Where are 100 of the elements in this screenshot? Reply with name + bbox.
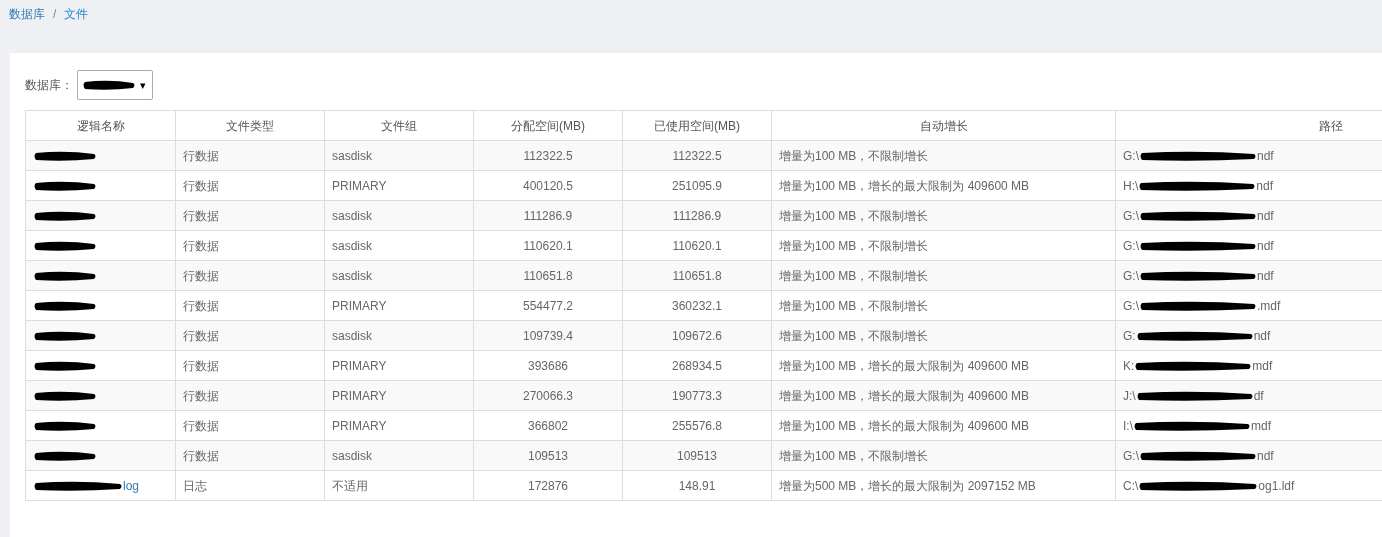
- table-cell: 增量为100 MB，不限制增长: [771, 260, 1116, 291]
- table-cell: 109513: [473, 440, 623, 471]
- table-cell: 行数据: [175, 170, 325, 201]
- table-cell: 554477.2: [473, 290, 623, 321]
- path-suffix: mdf: [1252, 357, 1273, 375]
- file-name-link[interactable]: [25, 290, 176, 321]
- path-prefix: G:\: [1123, 147, 1139, 165]
- table-cell: 110620.1: [473, 230, 623, 261]
- path-prefix: K:: [1123, 357, 1135, 375]
- table-cell: 增量为500 MB，增长的最大限制为 2097152 MB: [771, 470, 1116, 501]
- column-header: 自动增长: [771, 110, 1116, 141]
- table-cell: 增量为100 MB，增长的最大限制为 409600 MB: [771, 410, 1116, 441]
- path-prefix: C:\: [1123, 477, 1139, 495]
- table-cell: 360232.1: [622, 290, 772, 321]
- file-name-link[interactable]: [25, 200, 176, 231]
- table-cell: 400120.5: [473, 170, 623, 201]
- file-name-link[interactable]: [25, 440, 176, 471]
- table-cell: 行数据: [175, 380, 325, 411]
- table-cell: PRIMARY: [324, 170, 474, 201]
- table-cell: 148.91: [622, 470, 772, 501]
- path-suffix: mdf: [1251, 417, 1272, 435]
- table-cell: sasdisk: [324, 440, 474, 471]
- file-name-link[interactable]: [25, 170, 176, 201]
- path-suffix: ndf: [1257, 147, 1274, 165]
- table-cell: 112322.5: [473, 140, 623, 171]
- table-cell: 172876: [473, 470, 623, 501]
- path-prefix: J:\: [1123, 387, 1136, 405]
- table-cell: 111286.9: [622, 200, 772, 231]
- table-cell: 增量为100 MB，不限制增长: [771, 320, 1116, 351]
- path-suffix: ndf: [1256, 177, 1274, 195]
- column-header: 文件组: [324, 110, 474, 141]
- table-cell: 增量为100 MB，不限制增长: [771, 440, 1116, 471]
- column-header: 分配空间(MB): [473, 110, 623, 141]
- table-cell: sasdisk: [324, 200, 474, 231]
- breadcrumb-link[interactable]: 数据库: [9, 5, 45, 23]
- table-cell: 109513: [622, 440, 772, 471]
- path-prefix: G:\: [1123, 447, 1139, 465]
- table-cell: PRIMARY: [324, 350, 474, 381]
- table-cell: 行数据: [175, 410, 325, 441]
- table-cell: 行数据: [175, 260, 325, 291]
- table-cell: 增量为100 MB，增长的最大限制为 409600 MB: [771, 380, 1116, 411]
- path-suffix: ndf: [1257, 237, 1274, 255]
- path-prefix: I:\: [1123, 417, 1133, 435]
- table-cell: 增量为100 MB，不限制增长: [771, 230, 1116, 261]
- table-cell: 行数据: [175, 230, 325, 261]
- table-cell: 109672.6: [622, 320, 772, 351]
- column-header: 逻辑名称: [25, 110, 176, 141]
- path-prefix: G:\: [1123, 297, 1139, 315]
- table-cell: 不适用: [324, 470, 474, 501]
- table-cell: 393686: [473, 350, 623, 381]
- column-header: 已使用空间(MB): [622, 110, 772, 141]
- table-cell: 行数据: [175, 200, 325, 231]
- table-cell: 增量为100 MB，增长的最大限制为 409600 MB: [771, 350, 1116, 381]
- table-cell: PRIMARY: [324, 380, 474, 411]
- path-prefix: G:\: [1123, 207, 1139, 225]
- path-suffix: ndf: [1257, 207, 1274, 225]
- table-cell: sasdisk: [324, 230, 474, 261]
- table-cell: 268934.5: [622, 350, 772, 381]
- path-suffix: df: [1253, 387, 1264, 405]
- table-cell: 行数据: [175, 320, 325, 351]
- path-prefix: G:: [1123, 327, 1136, 345]
- table-cell: 增量为100 MB，不限制增长: [771, 290, 1116, 321]
- table-cell: 行数据: [175, 140, 325, 171]
- table-cell: 112322.5: [622, 140, 772, 171]
- table-cell: 255576.8: [622, 410, 772, 441]
- table-cell: PRIMARY: [324, 410, 474, 441]
- path-prefix: G:\: [1123, 237, 1139, 255]
- file-name-link[interactable]: [25, 350, 176, 381]
- path-suffix: .mdf: [1257, 297, 1281, 315]
- table-cell: 109739.4: [473, 320, 623, 351]
- table-cell: sasdisk: [324, 320, 474, 351]
- table-cell: PRIMARY: [324, 290, 474, 321]
- table-cell: 日志: [175, 470, 325, 501]
- file-name-link[interactable]: [25, 140, 176, 171]
- file-name-link[interactable]: log: [25, 470, 176, 501]
- path-prefix: G:\: [1123, 267, 1139, 285]
- column-header: 文件类型: [175, 110, 325, 141]
- file-name-link[interactable]: [25, 230, 176, 261]
- path-prefix: H:\: [1123, 177, 1139, 195]
- path-suffix: ndf: [1257, 267, 1274, 285]
- file-name-link[interactable]: [25, 410, 176, 441]
- table-cell: 251095.9: [622, 170, 772, 201]
- table-cell: sasdisk: [324, 140, 474, 171]
- table-cell: 增量为100 MB，增长的最大限制为 409600 MB: [771, 170, 1116, 201]
- file-name-link[interactable]: [25, 320, 176, 351]
- file-name-link[interactable]: [25, 260, 176, 291]
- table-cell: 行数据: [175, 290, 325, 321]
- breadcrumb-link[interactable]: 文件: [64, 5, 89, 23]
- table-cell: 110651.8: [622, 260, 772, 291]
- table-cell: 行数据: [175, 440, 325, 471]
- path-suffix: ndf: [1253, 327, 1271, 345]
- table-cell: 366802: [473, 410, 623, 441]
- table-cell: 270066.3: [473, 380, 623, 411]
- path-suffix: og1.ldf: [1258, 477, 1295, 495]
- table-cell: 增量为100 MB，不限制增长: [771, 140, 1116, 171]
- database-select[interactable]: ▾: [77, 70, 153, 100]
- file-name-link[interactable]: [25, 380, 176, 411]
- path-suffix: ndf: [1257, 447, 1274, 465]
- table-cell: 行数据: [175, 350, 325, 381]
- table-cell: sasdisk: [324, 260, 474, 291]
